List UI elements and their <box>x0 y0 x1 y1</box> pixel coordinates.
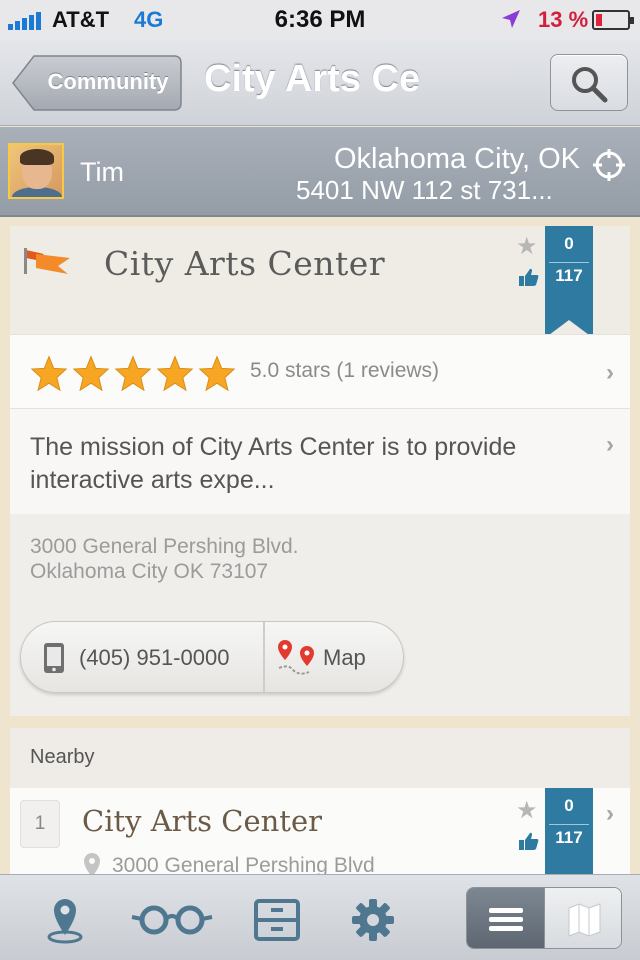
phone-icon <box>44 643 64 673</box>
search-button[interactable] <box>550 54 628 111</box>
star-icon <box>198 355 236 391</box>
status-bar: AT&T 4G 6:36 PM 13 % <box>0 0 640 40</box>
back-button[interactable]: Community <box>12 55 182 111</box>
location-address[interactable]: 5401 NW 112 st 731... <box>296 175 580 206</box>
view-toggle <box>466 887 622 949</box>
search-icon <box>572 67 608 103</box>
favorite-star-icon[interactable]: ★ <box>516 796 538 825</box>
rating-row[interactable]: 5.0 stars (1 reviews) › <box>10 334 630 408</box>
nav-bar: Community City Arts Ce <box>0 40 640 126</box>
place-header: City Arts Center ★ 0 117 <box>10 226 630 338</box>
star-icon <box>72 355 110 391</box>
thumbs-up-icon[interactable] <box>518 266 540 288</box>
list-item-title: City Arts Center <box>82 804 322 838</box>
page-title: City Arts Ce <box>204 58 421 100</box>
back-button-label: Community <box>47 69 169 94</box>
thumbs-up-icon[interactable] <box>518 830 540 852</box>
map-view-button[interactable] <box>544 888 621 948</box>
rating-text: 5.0 stars (1 reviews) <box>250 359 440 382</box>
star-icon <box>30 355 68 391</box>
map-button[interactable]: Map <box>265 622 403 692</box>
contact-actions: (405) 951-0000 Map <box>20 621 404 693</box>
favorites-count: 0 <box>564 796 574 815</box>
map-button-label: Map <box>323 645 366 670</box>
description-row[interactable]: The mission of City Arts Center is to pr… <box>10 408 630 514</box>
crosshair-icon[interactable] <box>592 148 626 182</box>
location-city[interactable]: Oklahoma City, OK <box>300 143 580 176</box>
chevron-right-icon: › <box>606 800 614 827</box>
user-name: Tim <box>80 157 124 187</box>
favorite-star-icon[interactable]: ★ <box>516 232 538 261</box>
place-title: City Arts Center <box>104 244 386 283</box>
glasses-icon[interactable] <box>130 895 214 945</box>
avatar[interactable] <box>8 143 64 199</box>
description-text: The mission of City Arts Center is to pr… <box>30 433 517 494</box>
score-ribbon: 0 117 <box>545 226 593 338</box>
map-pins-icon <box>278 640 314 675</box>
place-card: City Arts Center ★ 0 117 5.0 stars (1 re… <box>10 226 630 716</box>
tab-bar <box>0 874 640 960</box>
gear-icon[interactable] <box>348 895 398 945</box>
favorites-count: 0 <box>564 234 574 253</box>
cabinet-icon[interactable] <box>252 895 302 945</box>
address-line-2: Oklahoma City OK 73107 <box>30 560 269 583</box>
star-icon <box>156 355 194 391</box>
list-item[interactable]: 1 City Arts Center 3000 General Pershing… <box>10 788 630 874</box>
chevron-right-icon: › <box>606 431 614 458</box>
nearby-heading: Nearby <box>30 746 95 768</box>
list-item-number: 1 <box>20 800 60 848</box>
rating-stars <box>30 355 236 391</box>
battery-percent: 13 % <box>538 7 589 32</box>
address-line-1: 3000 General Pershing Blvd. <box>30 535 299 558</box>
list-view-button[interactable] <box>467 888 544 948</box>
score-ribbon: 0 117 <box>545 788 593 874</box>
map-icon <box>568 903 601 937</box>
user-bar: Tim Oklahoma City, OK 5401 NW 112 st 731… <box>0 127 640 217</box>
likes-count: 117 <box>555 828 583 847</box>
phone-number: (405) 951-0000 <box>79 645 230 670</box>
likes-count: 117 <box>555 266 583 285</box>
list-item-address: 3000 General Pershing Blvd <box>112 854 375 874</box>
battery-icon <box>592 10 634 30</box>
location-pin-icon <box>84 853 100 874</box>
chevron-right-icon: › <box>606 359 614 386</box>
call-button[interactable]: (405) 951-0000 <box>21 622 263 692</box>
list-icon <box>489 908 523 931</box>
address-block: 3000 General Pershing Blvd. Oklahoma Cit… <box>30 534 299 584</box>
flag-icon <box>24 248 70 274</box>
star-icon <box>114 355 152 391</box>
location-arrow-icon <box>502 10 520 28</box>
nearby-section: Nearby 1 City Arts Center 3000 General P… <box>10 728 630 874</box>
location-pin-icon[interactable] <box>40 895 90 945</box>
